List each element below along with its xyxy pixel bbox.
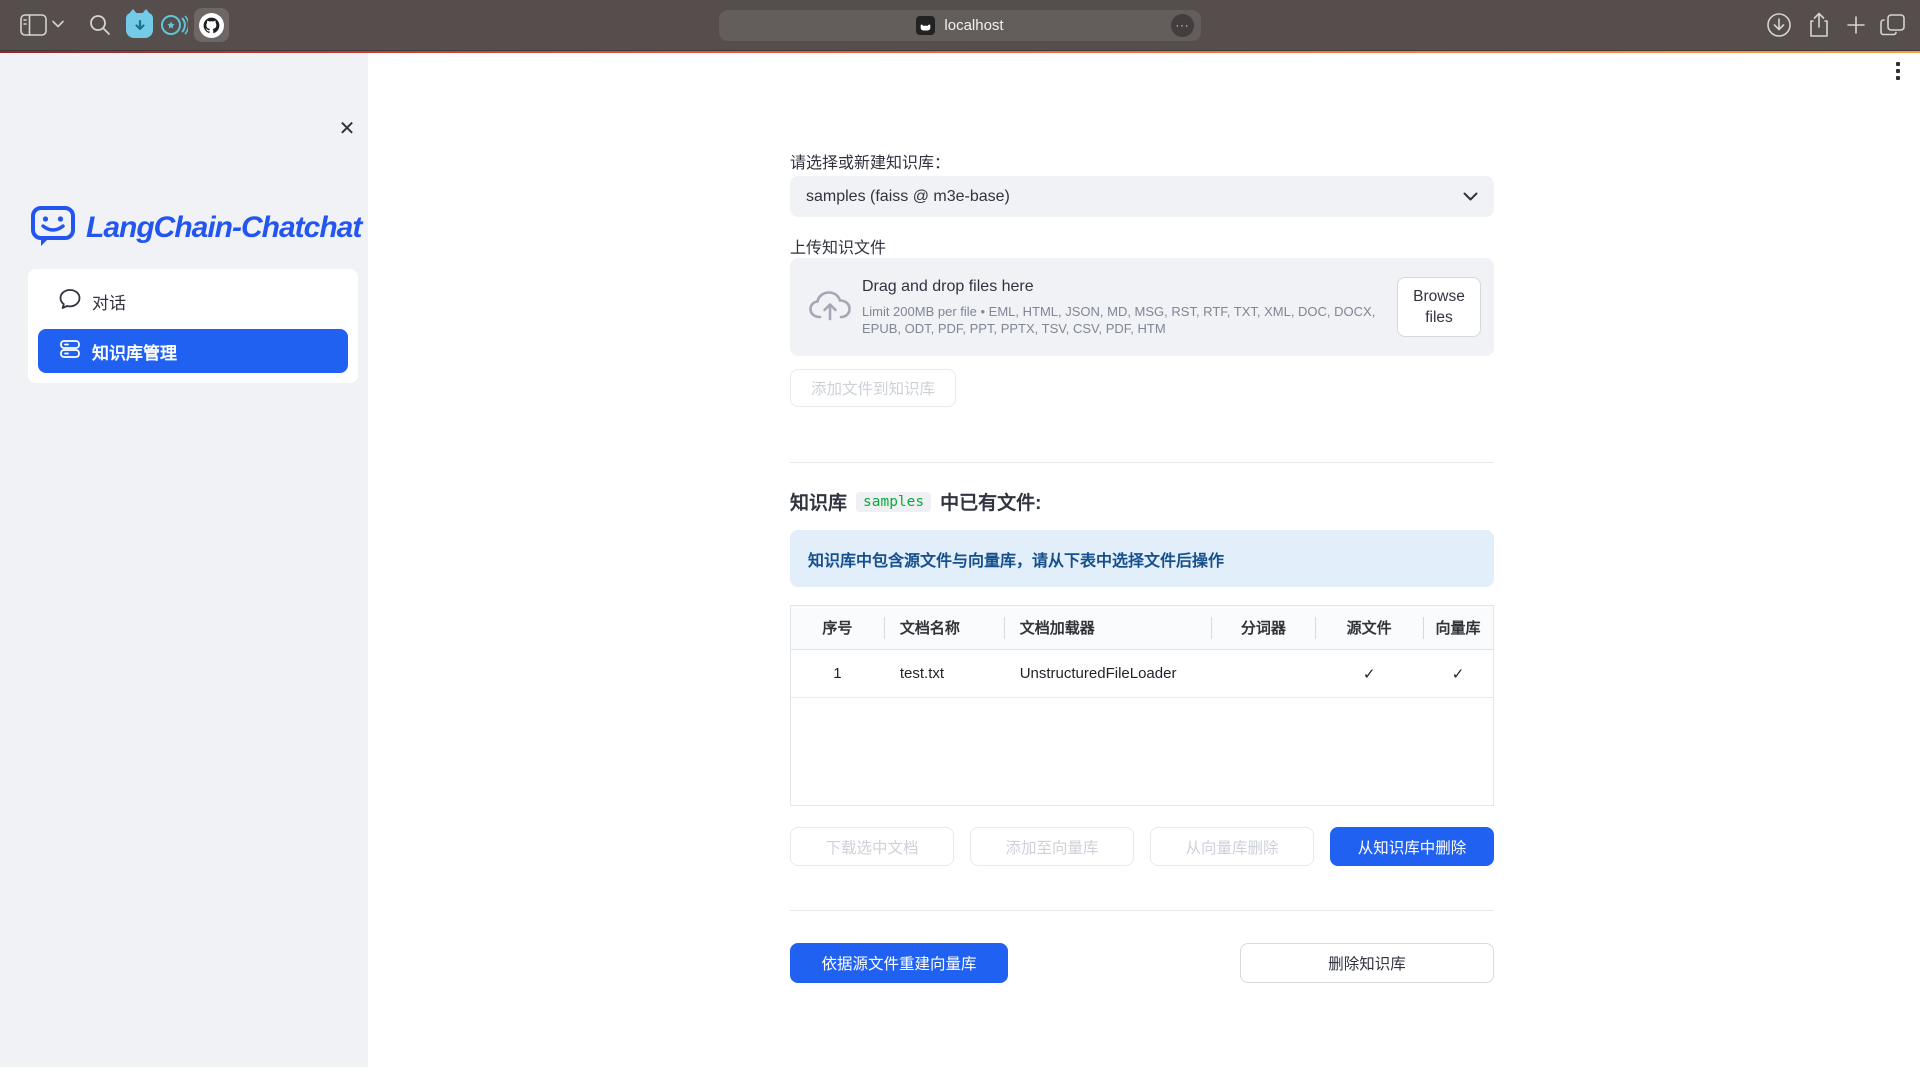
app-logo: LangChain-Chatchat — [30, 203, 361, 253]
cloud-upload-icon — [808, 288, 852, 329]
extension-circles-icon[interactable] — [160, 12, 188, 38]
download-selected-button[interactable]: 下载选中文档 — [790, 827, 954, 866]
info-text: 知识库中包含源文件与向量库，请从下表中选择文件后操作 — [808, 547, 1224, 571]
logo-chat-icon — [30, 203, 76, 253]
delete-kb-button[interactable]: 删除知识库 — [1240, 943, 1494, 983]
new-tab-icon[interactable] — [1846, 15, 1866, 35]
cell-doc-loader: UnstructuredFileLoader — [1004, 650, 1212, 697]
col-header-source-file: 源文件 — [1315, 606, 1423, 649]
address-ellipsis-badge[interactable]: ··· — [1171, 14, 1194, 37]
browser-toolbar: localhost ··· — [0, 0, 1920, 50]
table-header-row: 序号 文档名称 文档加载器 分词器 源文件 向量库 — [791, 606, 1493, 650]
kb-files-heading: 知识库 samples 中已有文件: — [790, 488, 1041, 515]
address-bar[interactable]: localhost ··· — [719, 10, 1201, 41]
cell-index: 1 — [791, 650, 884, 697]
upload-label: 上传知识文件 — [790, 234, 886, 258]
sidebar-item-dialogue[interactable]: 对话 — [38, 279, 348, 323]
tab-overview-icon[interactable] — [1880, 13, 1906, 37]
col-header-doc-loader: 文档加载器 — [1004, 606, 1212, 649]
app-menu-kebab-icon[interactable] — [1890, 62, 1906, 88]
sidebar-item-label: 对话 — [92, 289, 126, 314]
share-icon[interactable] — [1808, 11, 1830, 39]
divider — [790, 462, 1494, 463]
col-header-index: 序号 — [791, 606, 884, 649]
github-logo — [199, 13, 224, 38]
kb-select-value: samples (faiss @ m3e-base) — [806, 188, 1463, 206]
delete-from-kb-button[interactable]: 从知识库中删除 — [1330, 827, 1494, 866]
database-stack-icon — [58, 337, 82, 366]
add-files-to-kb-button[interactable]: 添加文件到知识库 — [790, 369, 956, 407]
col-header-doc-name: 文档名称 — [884, 606, 1004, 649]
kb-select-label: 请选择或新建知识库： — [790, 149, 950, 173]
logo-text: LangChain-Chatchat — [86, 211, 361, 245]
sidebar-close-icon[interactable]: ✕ — [334, 115, 360, 141]
screen: localhost ··· — [0, 0, 1920, 1080]
sidebar-toggle-icon[interactable] — [20, 14, 47, 36]
downloads-icon[interactable] — [1766, 12, 1792, 38]
file-actions-row: 下载选中文档 添加至向量库 从向量库删除 从知识库中删除 — [790, 827, 1494, 866]
heading-prefix: 知识库 — [790, 488, 847, 515]
cell-splitter — [1211, 650, 1315, 697]
address-text: localhost — [944, 17, 1003, 34]
col-header-vector-store: 向量库 — [1423, 606, 1493, 649]
search-icon[interactable] — [88, 13, 112, 37]
table-row[interactable]: 1 test.txt UnstructuredFileLoader ✓ ✓ — [791, 650, 1493, 698]
sidebar-item-label: 知识库管理 — [92, 339, 177, 364]
browse-files-button[interactable]: Browse files — [1397, 277, 1481, 337]
heading-suffix: 中已有文件: — [940, 488, 1041, 515]
select-chevron-down-icon — [1463, 188, 1478, 206]
kb-select-dropdown[interactable]: samples (faiss @ m3e-base) — [790, 176, 1494, 217]
rebuild-vector-store-button[interactable]: 依据源文件重建向量库 — [790, 943, 1008, 983]
info-box: 知识库中包含源文件与向量库，请从下表中选择文件后操作 — [790, 530, 1494, 587]
col-header-splitter: 分词器 — [1211, 606, 1315, 649]
extension-github-icon[interactable] — [194, 8, 229, 42]
dropzone-limit-text: Limit 200MB per file • EML, HTML, JSON, … — [862, 304, 1390, 337]
kb-files-table[interactable]: 序号 文档名称 文档加载器 分词器 源文件 向量库 1 test.txt Uns… — [790, 605, 1494, 806]
divider — [790, 910, 1494, 911]
dropzone-title: Drag and drop files here — [862, 278, 1034, 296]
cell-vector-store-check: ✓ — [1423, 650, 1493, 697]
extension-cat-icon[interactable] — [126, 13, 153, 38]
chevron-down-icon[interactable] — [52, 20, 64, 28]
delete-from-vector-store-button[interactable]: 从向量库删除 — [1150, 827, 1314, 866]
sidebar-nav: 对话 知识库管理 — [28, 269, 358, 383]
cell-source-file-check: ✓ — [1315, 650, 1423, 697]
kb-name-code: samples — [856, 492, 931, 512]
app-sidebar: ✕ LangChain-Chatchat 对 — [0, 53, 368, 1067]
file-dropzone[interactable]: Drag and drop files here Limit 200MB per… — [790, 258, 1494, 356]
chat-bubble-icon — [58, 287, 82, 316]
site-favicon — [916, 16, 935, 35]
add-to-vector-store-button[interactable]: 添加至向量库 — [970, 827, 1134, 866]
cell-doc-name: test.txt — [884, 650, 1004, 697]
sidebar-item-knowledge-base[interactable]: 知识库管理 — [38, 329, 348, 373]
